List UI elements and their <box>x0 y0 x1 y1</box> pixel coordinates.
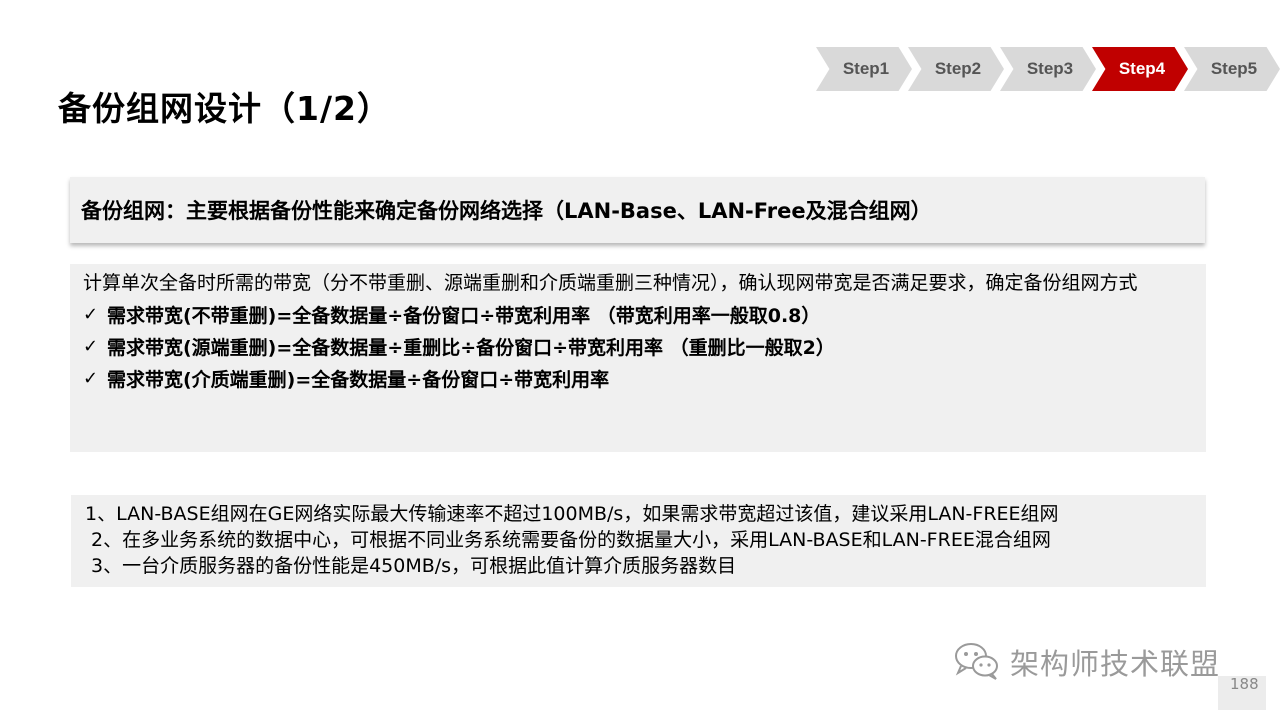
formula-item: ✓ 需求带宽(源端重删)=全备数据量÷重删比÷备份窗口÷带宽利用率 （重删比一般… <box>83 330 1192 362</box>
checkmark-icon: ✓ <box>83 335 99 357</box>
watermark-text: 架构师技术联盟 <box>1010 647 1221 681</box>
page-number: 188 <box>1218 676 1266 710</box>
panel-intro: 计算单次全备时所需的带宽（分不带重删、源端重删和介质端重删三种情况），确认现网带… <box>83 272 1138 294</box>
formula-item: ✓ 需求带宽(不带重删)=全备数据量÷备份窗口÷带宽利用率 （带宽利用率一般取0… <box>83 298 1192 330</box>
checkmark-icon: ✓ <box>83 303 99 325</box>
bandwidth-panel: 计算单次全备时所需的带宽（分不带重删、源端重删和介质端重删三种情况），确认现网带… <box>70 264 1206 452</box>
watermark: 架构师技术联盟 <box>952 641 1220 683</box>
formula-text: 需求带宽(源端重删)=全备数据量÷重删比÷备份窗口÷带宽利用率 （重删比一般取2… <box>107 336 835 359</box>
note-item: 2、在多业务系统的数据中心，可根据不同业务系统需要备份的数据量大小，采用LAN-… <box>91 529 1051 551</box>
checkmark-icon: ✓ <box>83 367 99 389</box>
formula-list: ✓ 需求带宽(不带重删)=全备数据量÷备份窗口÷带宽利用率 （带宽利用率一般取0… <box>83 298 1192 394</box>
notes-panel: 1、LAN-BASE组网在GE网络实际最大传输速率不超过100MB/s，如果需求… <box>71 495 1206 587</box>
formula-text: 需求带宽(介质端重删)=全备数据量÷备份窗口÷带宽利用率 <box>107 368 610 391</box>
section-banner: 备份组网：主要根据备份性能来确定备份网络选择（LAN-Base、LAN-Free… <box>70 177 1205 243</box>
banner-text: 备份组网：主要根据备份性能来确定备份网络选择（LAN-Base、LAN-Free… <box>81 199 932 223</box>
step-4[interactable]: Step4 <box>1092 47 1188 91</box>
formula-item: ✓ 需求带宽(介质端重删)=全备数据量÷备份窗口÷带宽利用率 <box>83 362 1192 394</box>
step-progress: Step1 Step2 Step3 Step4 Step5 <box>816 47 1280 91</box>
step-3[interactable]: Step3 <box>1000 47 1096 91</box>
step-1[interactable]: Step1 <box>816 47 912 91</box>
step-2[interactable]: Step2 <box>908 47 1004 91</box>
page-title: 备份组网设计（1/2） <box>58 89 391 128</box>
step-5[interactable]: Step5 <box>1184 47 1280 91</box>
note-item: 3、一台介质服务器的备份性能是450MB/s，可根据此值计算介质服务器数目 <box>91 555 737 577</box>
note-item: 1、LAN-BASE组网在GE网络实际最大传输速率不超过100MB/s，如果需求… <box>85 503 1059 525</box>
formula-text: 需求带宽(不带重删)=全备数据量÷备份窗口÷带宽利用率 （带宽利用率一般取0.8… <box>107 304 821 327</box>
wechat-icon <box>952 639 1002 685</box>
